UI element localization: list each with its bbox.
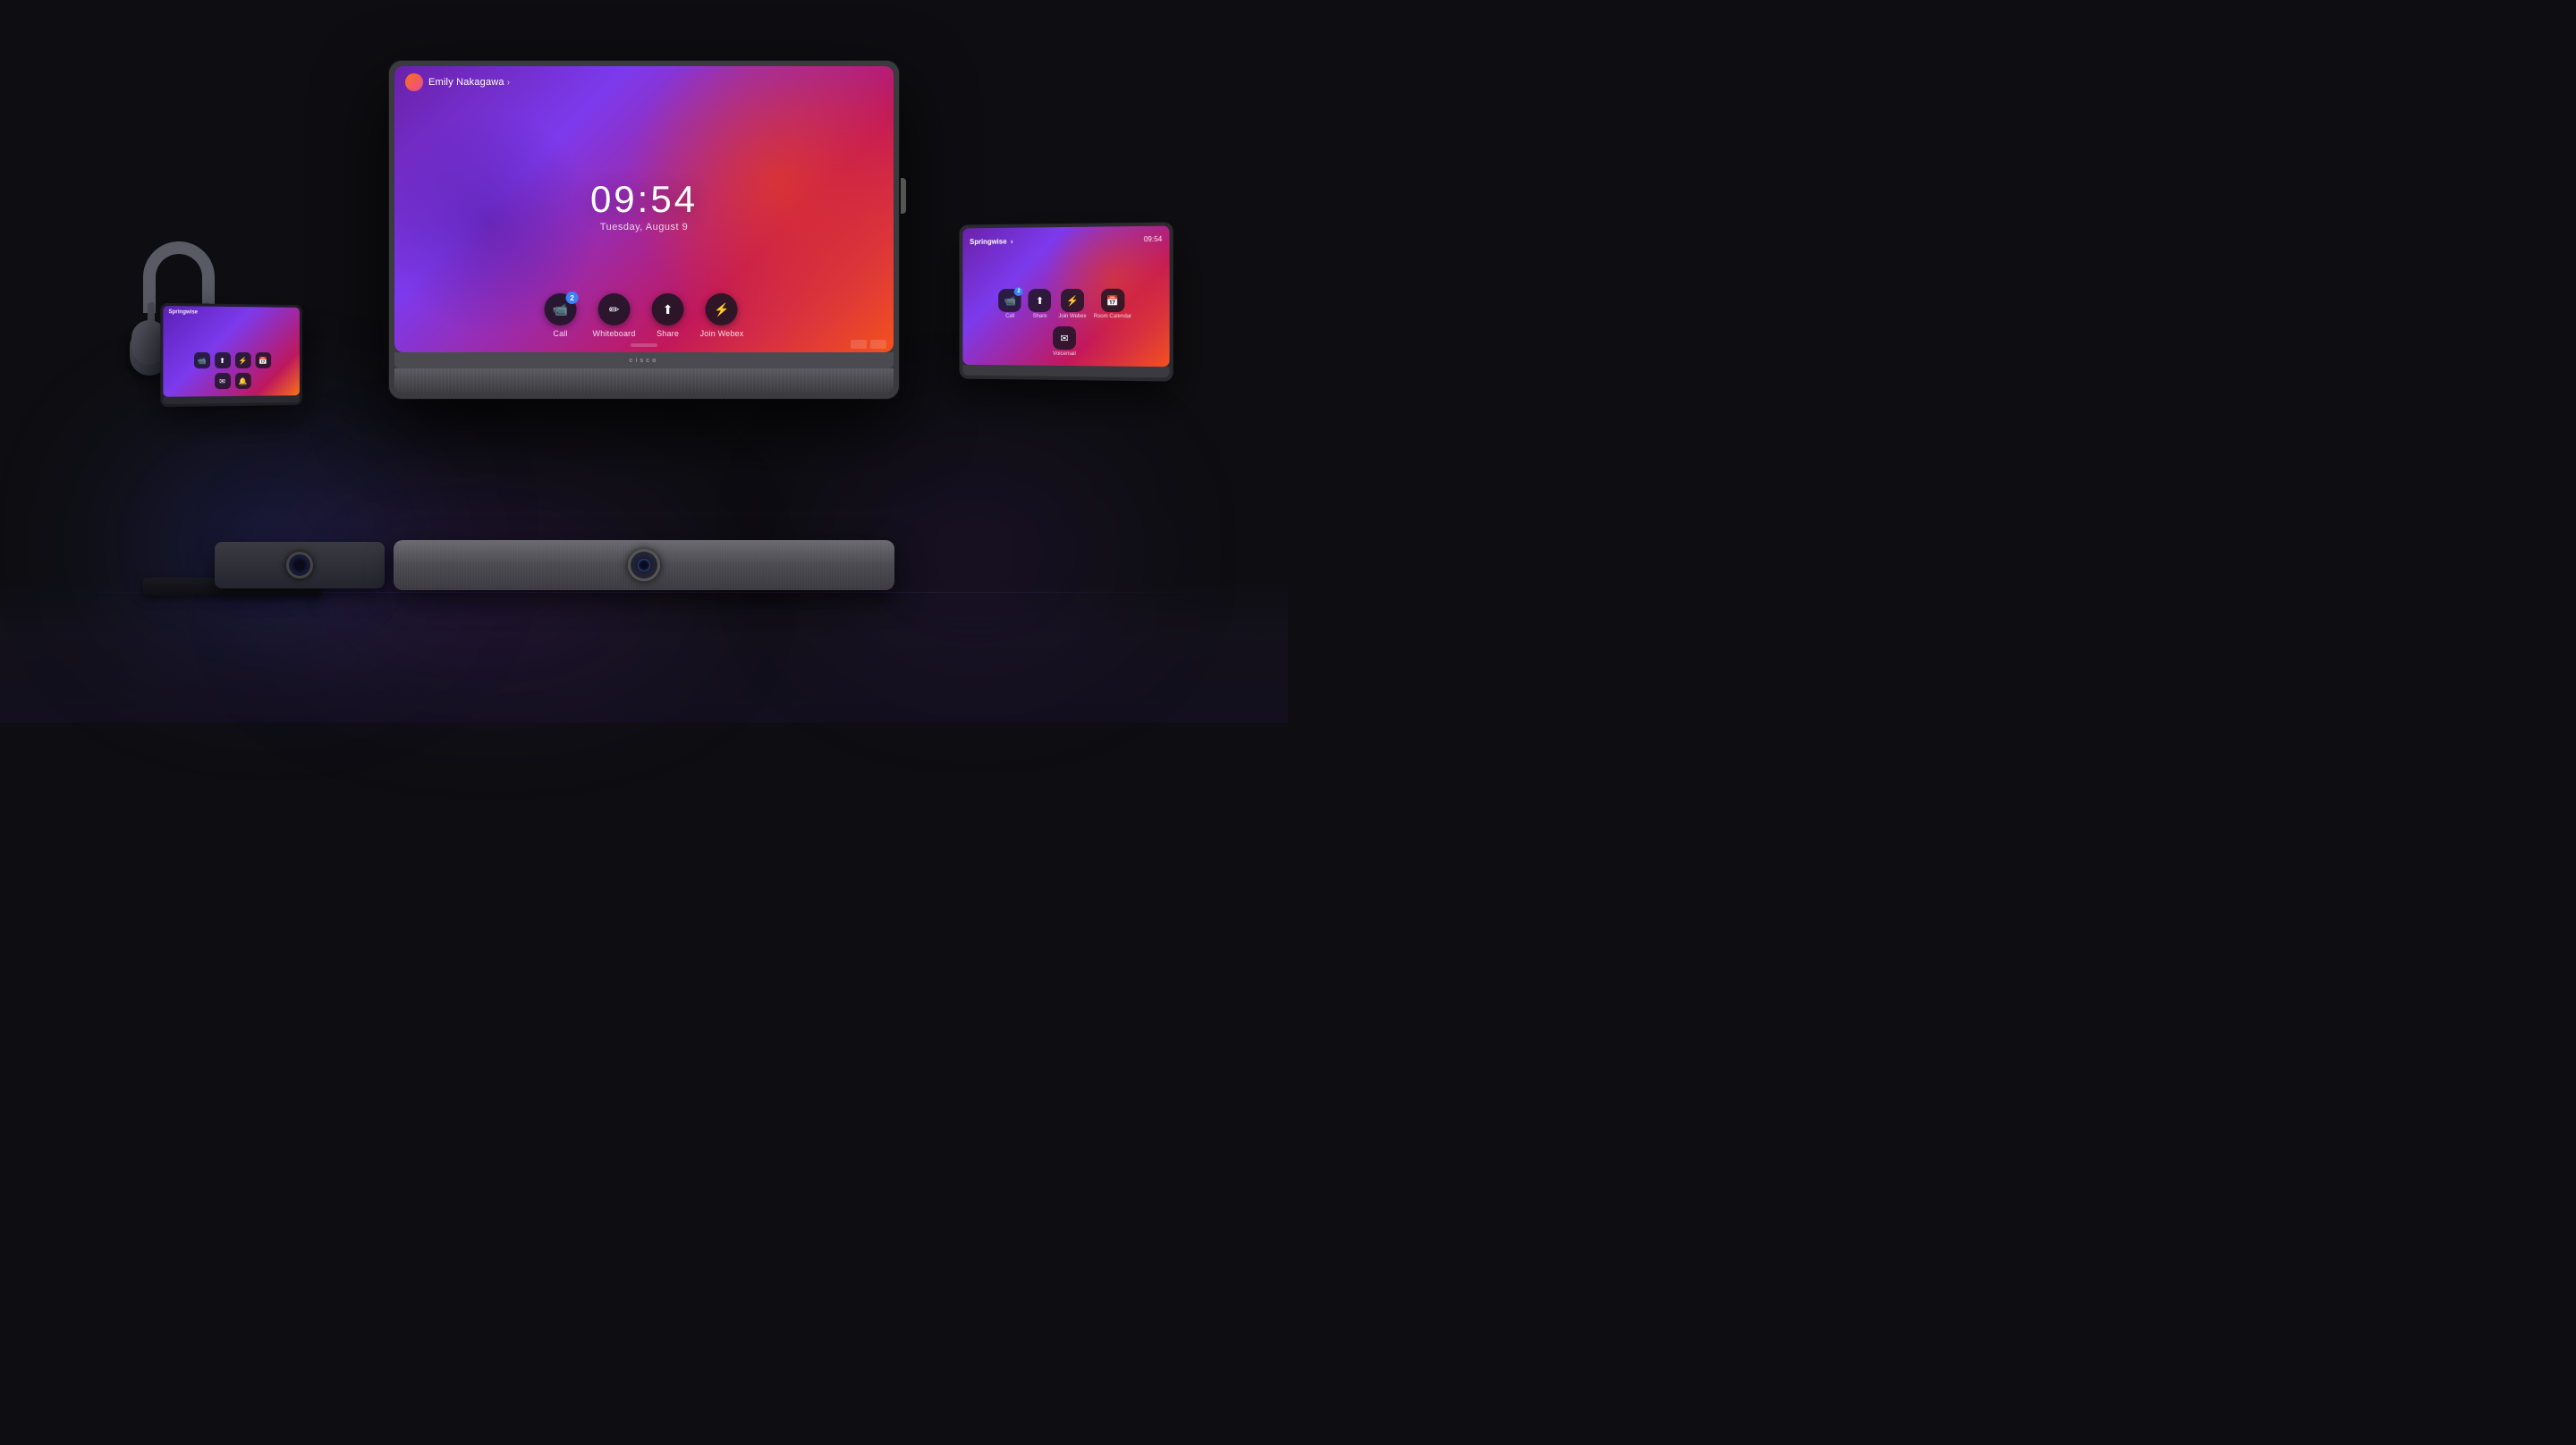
action-item-call: 📹 2 Call: [545, 293, 577, 338]
user-chevron-icon: ›: [507, 78, 510, 88]
tablet-icon-item-call: 📹 2 Call: [998, 289, 1021, 319]
camera-lens: [638, 559, 650, 571]
small-device-chin: [163, 395, 300, 404]
small-icon-voicemail[interactable]: ✉: [215, 373, 231, 389]
clock-date: Tuesday, August 9: [590, 222, 698, 232]
small-device-topbar: Springwise: [163, 306, 300, 320]
share-button[interactable]: ⬆: [652, 293, 684, 325]
tablet-calendar-button[interactable]: 📅: [1101, 289, 1124, 312]
tablet-device: Springwise › 09:54 📹 2 Call ⬆ Share: [957, 224, 1172, 380]
ctrl-btn-1[interactable]: [851, 340, 867, 349]
tablet-voicemail-label: Voicemail: [1053, 351, 1076, 357]
monitor-actions: 📹 2 Call ✏ Whiteboard ⬆ Share: [545, 293, 744, 338]
webex-icon: ⚡: [714, 302, 729, 317]
webcam: [215, 542, 385, 588]
call-label: Call: [553, 329, 567, 338]
tablet-brand-area: Springwise ›: [970, 232, 1013, 249]
cisco-logo: cisco: [630, 358, 659, 364]
tablet-voicemail-button[interactable]: ✉: [1053, 326, 1076, 350]
tablet-share-label: Share: [1033, 314, 1047, 319]
small-device-screen: Springwise 📹 ⬆ ⚡ 📅 ✉ 🔔: [163, 306, 300, 397]
monitor-handle: [901, 178, 906, 214]
action-item-whiteboard: ✏ Whiteboard: [593, 293, 636, 338]
tablet-webex-label: Join Webex: [1058, 314, 1086, 319]
ctrl-btn-2[interactable]: [870, 340, 886, 349]
tablet-chin: [962, 365, 1169, 378]
call-button[interactable]: 📹 2: [545, 293, 577, 325]
tablet-calendar-label: Room Calendar: [1094, 314, 1132, 319]
monitor-speaker: [394, 368, 894, 393]
tablet-call-label: Call: [1005, 314, 1014, 319]
monitor-home-indicator: [631, 343, 657, 347]
monitor-bottom-controls: [851, 340, 886, 349]
small-icon-webex[interactable]: ⚡: [234, 352, 250, 368]
tablet-webex-button[interactable]: ⚡: [1061, 289, 1084, 312]
user-name: Emily Nakagawa: [428, 77, 504, 88]
share-icon: ⬆: [663, 302, 674, 317]
tablet-icon-item-calendar: 📅 Room Calendar: [1094, 289, 1132, 319]
whiteboard-icon: ✏: [609, 302, 620, 317]
whiteboard-button[interactable]: ✏: [598, 293, 631, 325]
tablet-call-button[interactable]: 📹 2: [998, 289, 1021, 312]
small-device-outer: Springwise 📹 ⬆ ⚡ 📅 ✉ 🔔: [160, 303, 301, 407]
soundbar-camera: [628, 549, 660, 581]
action-item-webex: ⚡ Join Webex: [700, 293, 744, 338]
webcam-lens: [286, 552, 313, 579]
action-item-share: ⬆ Share: [652, 293, 684, 338]
tablet-brand-label: Springwise: [970, 238, 1006, 246]
tablet-call-badge: 2: [1014, 287, 1023, 296]
tablet-screen: Springwise › 09:54 📹 2 Call ⬆ Share: [962, 226, 1169, 368]
monitor-topbar: Emily Nakagawa ›: [394, 66, 894, 98]
small-icon-share[interactable]: ⬆: [215, 352, 231, 368]
monitor-chin: cisco: [394, 352, 894, 368]
monitor-outer: Emily Nakagawa › 09:54 Tuesday, August 9…: [389, 61, 899, 399]
call-badge: 2: [566, 292, 579, 304]
monitor-clock: 09:54 Tuesday, August 9: [590, 181, 698, 232]
main-monitor: Emily Nakagawa › 09:54 Tuesday, August 9…: [389, 61, 899, 399]
webex-label: Join Webex: [700, 329, 744, 338]
clock-time: 09:54: [590, 181, 698, 218]
whiteboard-label: Whiteboard: [593, 329, 636, 338]
tablet-time: 09:54: [1144, 234, 1163, 242]
monitor-screen: Emily Nakagawa › 09:54 Tuesday, August 9…: [394, 66, 894, 352]
call-icon: 📹: [553, 302, 568, 317]
tablet-icons: 📹 2 Call ⬆ Share ⚡ Join Webex 📅 Room Cal…: [994, 289, 1136, 358]
tablet-icon-item-share: ⬆ Share: [1029, 289, 1052, 319]
small-icon-notify[interactable]: 🔔: [234, 373, 250, 389]
tablet-topbar: Springwise › 09:54: [962, 226, 1169, 253]
small-device: Springwise 📹 ⬆ ⚡ 📅 ✉ 🔔: [161, 304, 304, 406]
small-icon-calendar[interactable]: 📅: [255, 352, 271, 368]
tablet-icon-item-webex: ⚡ Join Webex: [1058, 289, 1086, 319]
small-device-icons: 📹 ⬆ ⚡ 📅 ✉ 🔔: [188, 352, 276, 389]
small-icon-call[interactable]: 📹: [193, 352, 209, 368]
share-label: Share: [657, 329, 679, 338]
tablet-share-button[interactable]: ⬆: [1029, 289, 1052, 312]
small-device-brand: Springwise: [169, 309, 199, 315]
tablet-outer: Springwise › 09:54 📹 2 Call ⬆ Share: [960, 222, 1174, 381]
tablet-chevron-icon: ›: [1011, 238, 1013, 246]
join-webex-button[interactable]: ⚡: [706, 293, 738, 325]
user-avatar: [405, 73, 423, 91]
main-soundbar: [394, 540, 894, 590]
table-surface: [0, 579, 1288, 722]
tablet-icon-item-voicemail: ✉ Voicemail: [1053, 326, 1076, 357]
